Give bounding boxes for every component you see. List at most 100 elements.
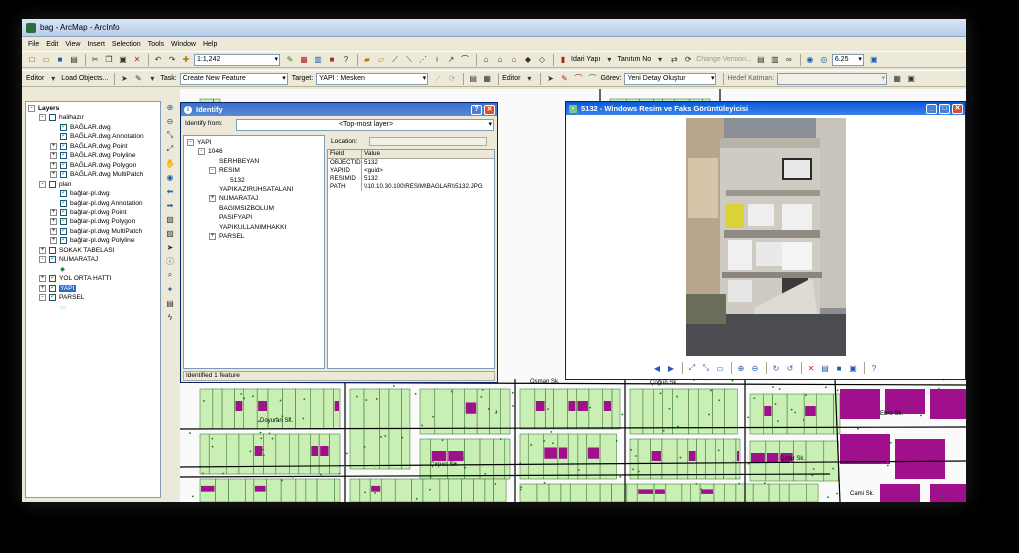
print-icon[interactable]: ▤ (819, 362, 831, 374)
zoom-out-icon[interactable]: ⊖ (164, 115, 176, 127)
toc-label[interactable]: bağlar-pl.dwg Annotation (70, 200, 143, 207)
arc-icon[interactable]: ⌒ (572, 73, 584, 85)
link-icon[interactable]: ∞ (783, 54, 795, 66)
toc-row[interactable]: bağlar-pl.dwg (50, 188, 110, 198)
tool-a-icon[interactable]: ▰ (361, 54, 373, 66)
collapse-icon[interactable]: - (198, 148, 205, 156)
menu-edit[interactable]: Edit (46, 41, 58, 48)
identify-tree-node[interactable]: YAPIKAZIRUHSATALANI (209, 186, 293, 193)
menu-tools[interactable]: Tools (148, 41, 164, 48)
toc-label[interactable]: bağlar-pl.dwg Polygon (70, 218, 135, 225)
redo-icon[interactable]: ↷ (166, 54, 178, 66)
zoom-out-icon[interactable]: ⊖ (749, 362, 761, 374)
tool-c-icon[interactable]: ⟋ (389, 54, 401, 66)
rotate-counterclockwise-icon[interactable]: ↺ (784, 362, 796, 374)
identify-tree-node[interactable]: 5132 (220, 177, 245, 184)
expand-icon[interactable]: + (39, 246, 46, 254)
toc-label[interactable]: BAĞLAR.dwg Point (70, 143, 128, 150)
curve-icon[interactable]: ⌒ (586, 73, 598, 85)
fixed-zoom-in-icon[interactable]: ⤡ (164, 129, 176, 141)
menu-help[interactable]: Help (203, 41, 217, 48)
add-data-icon[interactable]: ✚ (180, 54, 192, 66)
toc-label[interactable]: YAPI (59, 284, 76, 292)
expand-icon[interactable]: + (50, 152, 57, 160)
toolbox-icon[interactable]: ■ (326, 54, 338, 66)
toc-label[interactable]: plan (59, 181, 71, 188)
edit-arrow-icon[interactable]: ➤ (544, 73, 556, 85)
full-extent-icon[interactable]: ◉ (164, 171, 176, 183)
layer-visibility-checkbox[interactable] (49, 246, 56, 254)
clear-selection-icon[interactable]: ▨ (164, 227, 176, 239)
layer-visibility-checkbox[interactable] (60, 122, 67, 131)
idari-icon[interactable]: ▮ (557, 54, 569, 66)
goto-xy-icon[interactable]: ✦ (164, 283, 176, 295)
expand-icon[interactable]: + (209, 195, 216, 203)
open-with-icon[interactable]: ▣ (847, 362, 859, 374)
rotate-clockwise-icon[interactable]: ↻ (770, 362, 782, 374)
expand-icon[interactable]: + (209, 233, 216, 240)
collapse-icon[interactable]: - (28, 105, 35, 112)
toc-row[interactable]: + BAĞLAR.dwg MultiPatch (50, 169, 143, 179)
new-icon[interactable]: □ (26, 54, 38, 66)
post-icon[interactable]: ▤ (755, 54, 767, 66)
toc-label[interactable]: bağlar-pl.dwg (70, 190, 110, 197)
layer-visibility-checkbox[interactable] (60, 226, 67, 235)
toc-row[interactable]: ▭ (50, 302, 66, 311)
select-features-icon[interactable]: ▧ (164, 213, 176, 225)
find-icon[interactable]: ⌕ (164, 269, 176, 281)
fixed-zoom-out-icon[interactable]: ⤢ (164, 143, 176, 155)
expand-icon[interactable]: + (50, 218, 57, 226)
toc-label[interactable]: BAĞLAR.dwg MultiPatch (70, 171, 143, 178)
collapse-icon[interactable]: - (39, 114, 46, 122)
close-button[interactable]: ✕ (484, 104, 495, 115)
identify-tree-node[interactable]: YAPIKULLANIMHAKKI (209, 224, 286, 231)
menu-insert[interactable]: Insert (87, 41, 105, 48)
tanitim-dropdown[interactable]: Tanıtım No (617, 56, 651, 63)
attribute-row[interactable]: OBJECTID 5132 (328, 159, 494, 167)
measure-icon[interactable]: ▤ (164, 297, 176, 309)
best-fit-icon[interactable]: ⤢ (686, 362, 698, 374)
identify-tree-label[interactable]: YAPIKULLANIMHAKKI (219, 224, 286, 231)
tool-d-icon[interactable]: ⟍ (403, 54, 415, 66)
collapse-icon[interactable]: - (39, 256, 46, 264)
whats-this-icon[interactable]: ? (340, 54, 352, 66)
editor-toolbar-icon[interactable]: ✎ (284, 54, 296, 66)
toc-row[interactable]: + bağlar-pl.dwg Polyline (50, 235, 135, 245)
rotate-icon[interactable]: ⟳ (446, 73, 458, 85)
collapse-icon[interactable]: - (187, 139, 194, 146)
pencil-icon[interactable]: ✎ (558, 73, 570, 85)
layer-visibility-checkbox[interactable] (60, 207, 67, 216)
identify-tree-node[interactable]: - YAPI (187, 139, 212, 146)
tag-icon[interactable]: ◆ (522, 54, 534, 66)
identify-from-combo[interactable]: <Top-most layer> (236, 119, 494, 131)
minimize-button[interactable]: _ (926, 103, 937, 114)
identify-tree-label[interactable]: RESIM (219, 167, 240, 174)
window-icon[interactable]: ▣ (905, 73, 917, 85)
layer-visibility-checkbox[interactable] (60, 160, 67, 169)
gorev-combo[interactable]: Yeni Detay Oluştur (624, 72, 717, 85)
collapse-icon[interactable]: - (39, 180, 46, 188)
previous-image-icon[interactable]: ◀ (651, 362, 663, 374)
sketch-props-icon[interactable]: ▦ (481, 73, 493, 85)
layer-visibility-checkbox[interactable] (60, 235, 67, 245)
identify-icon[interactable]: ⓘ (164, 255, 176, 267)
arctoolbox-icon[interactable]: ▦ (298, 54, 310, 66)
layer-visibility-checkbox[interactable] (60, 141, 67, 150)
help-icon[interactable]: ? (868, 362, 880, 374)
expand-icon[interactable]: + (50, 227, 57, 235)
layer-visibility-checkbox[interactable] (60, 198, 67, 207)
editor-menu[interactable]: Editor (26, 75, 44, 82)
identify-tree-node[interactable]: BAGIMSIZBOLUM (209, 205, 274, 212)
target-combo[interactable]: YAPI : Mesken (316, 72, 429, 85)
chevron-down-icon[interactable]: ▾ (146, 73, 158, 85)
layer-visibility-checkbox[interactable] (60, 216, 67, 226)
expand-icon[interactable]: + (39, 275, 46, 283)
expand-icon[interactable]: + (50, 237, 57, 245)
layer-visibility-checkbox[interactable] (60, 131, 67, 141)
expand-icon[interactable]: + (50, 208, 57, 216)
toc-row[interactable]: + YAPI (39, 283, 76, 293)
eraser-icon[interactable]: ◇ (536, 54, 548, 66)
chevron-down-icon[interactable]: ▾ (654, 54, 666, 66)
toc-label[interactable]: bağlar-pl.dwg MultiPatch (70, 228, 142, 235)
tool-g-icon[interactable]: ↗ (445, 54, 457, 66)
